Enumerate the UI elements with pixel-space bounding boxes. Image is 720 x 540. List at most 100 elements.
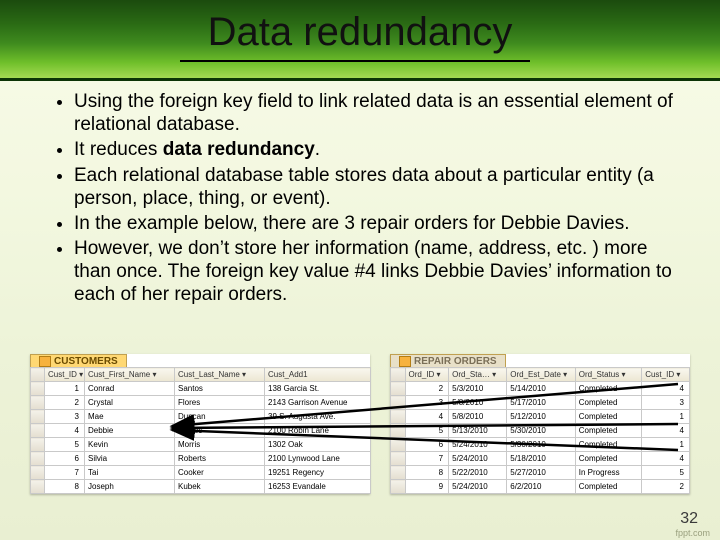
cell: 5	[45, 438, 85, 452]
cell: Completed	[575, 410, 641, 424]
cell: 3	[45, 410, 85, 424]
cell: Completed	[575, 396, 641, 410]
cell: 19251 Regency	[265, 466, 371, 480]
cell: Completed	[575, 480, 641, 494]
table-row: 45/8/20105/12/2010Completed1	[391, 410, 690, 424]
cell: Cooker	[175, 466, 265, 480]
repair-orders-table-panel: REPAIR ORDERS Ord_ID ▾Ord_Sta… ▾Ord_Est_…	[390, 354, 690, 494]
cell: 5/22/2010	[449, 466, 507, 480]
cell: 2	[642, 480, 690, 494]
column-header: Ord_Status ▾	[575, 368, 641, 382]
table-row: 8JosephKubek16253 Evandale	[31, 480, 371, 494]
row-selector	[391, 480, 406, 494]
cell: 5/14/2010	[507, 382, 576, 396]
cell: 5/17/2010	[507, 396, 576, 410]
cell: 3	[405, 396, 449, 410]
row-selector	[391, 410, 406, 424]
cell: 5/3/2010	[449, 382, 507, 396]
database-screenshot-area: CUSTOMERS Cust_ID ▾Cust_First_Name ▾Cust…	[30, 348, 690, 510]
row-selector	[391, 452, 406, 466]
cell: 5/8/2010	[449, 396, 507, 410]
cell: 5/12/2010	[507, 410, 576, 424]
cell: Crystal	[85, 396, 175, 410]
table-row: 7TaiCooker19251 Regency	[31, 466, 371, 480]
row-selector	[31, 466, 45, 480]
row-selector	[31, 382, 45, 396]
cell: 6/2/2010	[507, 480, 576, 494]
cell: 1	[45, 382, 85, 396]
table-row: 65/24/20105/30/2010Completed1	[391, 438, 690, 452]
table-row: 5KevinMorris1302 Oak	[31, 438, 371, 452]
repair-orders-tab-label: REPAIR ORDERS	[414, 356, 497, 367]
cell: 1	[642, 410, 690, 424]
cell: 16253 Evandale	[265, 480, 371, 494]
cell: 5/24/2010	[449, 438, 507, 452]
table-row: 85/22/20105/27/2010In Progress5	[391, 466, 690, 480]
cell: 4	[45, 424, 85, 438]
cell: 5/8/2010	[449, 410, 507, 424]
cell: Completed	[575, 452, 641, 466]
cell: 5/24/2010	[449, 480, 507, 494]
cell: Davies	[175, 424, 265, 438]
row-selector	[31, 452, 45, 466]
cell: 5/30/2010	[507, 424, 576, 438]
cell: 8	[45, 480, 85, 494]
table-row: 4DebbieDavies2100 Robin Lane	[31, 424, 371, 438]
cell: Duncan	[175, 410, 265, 424]
row-selector	[31, 410, 45, 424]
cell: 6	[405, 438, 449, 452]
cell: Kevin	[85, 438, 175, 452]
cell: 7	[405, 452, 449, 466]
cell: 4	[405, 410, 449, 424]
cell: 5/30/2010	[507, 438, 576, 452]
cell: Completed	[575, 438, 641, 452]
cell: 8	[405, 466, 449, 480]
column-header: Cust_ID ▾	[642, 368, 690, 382]
cell: Morris	[175, 438, 265, 452]
table-row: 55/13/20105/30/2010Completed4	[391, 424, 690, 438]
cell: 2143 Garrison Avenue	[265, 396, 371, 410]
column-header: Cust_Last_Name ▾	[175, 368, 265, 382]
cell: 2	[45, 396, 85, 410]
table-row: 75/24/20105/18/2010Completed4	[391, 452, 690, 466]
table-row: 35/8/20105/17/2010Completed3	[391, 396, 690, 410]
bullet-item: It reduces data redundancy.	[74, 138, 682, 161]
row-selector	[391, 382, 406, 396]
slide: Data redundancy Using the foreign key fi…	[0, 0, 720, 540]
cell: Silvia	[85, 452, 175, 466]
bullet-list: Using the foreign key field to link rela…	[52, 90, 682, 309]
customers-tab-label: CUSTOMERS	[54, 356, 118, 367]
cell: Santos	[175, 382, 265, 396]
table-row: 2CrystalFlores2143 Garrison Avenue	[31, 396, 371, 410]
row-selector	[31, 480, 45, 494]
cell: Joseph	[85, 480, 175, 494]
cell: Debbie	[85, 424, 175, 438]
cell: Kubek	[175, 480, 265, 494]
slide-title: Data redundancy	[0, 10, 720, 55]
column-header: Ord_ID ▾	[405, 368, 449, 382]
row-selector	[391, 466, 406, 480]
cell: Conrad	[85, 382, 175, 396]
cell: 5	[642, 466, 690, 480]
row-selector	[391, 438, 406, 452]
row-selector-header	[391, 368, 406, 382]
cell: 138 Garcia St.	[265, 382, 371, 396]
cell: 2100 Robin Lane	[265, 424, 371, 438]
cell: 1302 Oak	[265, 438, 371, 452]
cell: 39 S. Augusta Ave.	[265, 410, 371, 424]
table-row: 1ConradSantos138 Garcia St.	[31, 382, 371, 396]
cell: Tai	[85, 466, 175, 480]
row-selector	[31, 396, 45, 410]
cell: 4	[642, 452, 690, 466]
cell: 2	[405, 382, 449, 396]
footer-credit: fppt.com	[675, 528, 710, 538]
cell: 9	[405, 480, 449, 494]
table-row: 95/24/20106/2/2010Completed2	[391, 480, 690, 494]
cell: Roberts	[175, 452, 265, 466]
customers-grid: Cust_ID ▾Cust_First_Name ▾Cust_Last_Name…	[30, 367, 371, 494]
row-selector	[31, 438, 45, 452]
row-selector-header	[31, 368, 45, 382]
bullet-item: Using the foreign key field to link rela…	[74, 90, 682, 136]
bullet-item: In the example below, there are 3 repair…	[74, 212, 682, 235]
row-selector	[391, 396, 406, 410]
